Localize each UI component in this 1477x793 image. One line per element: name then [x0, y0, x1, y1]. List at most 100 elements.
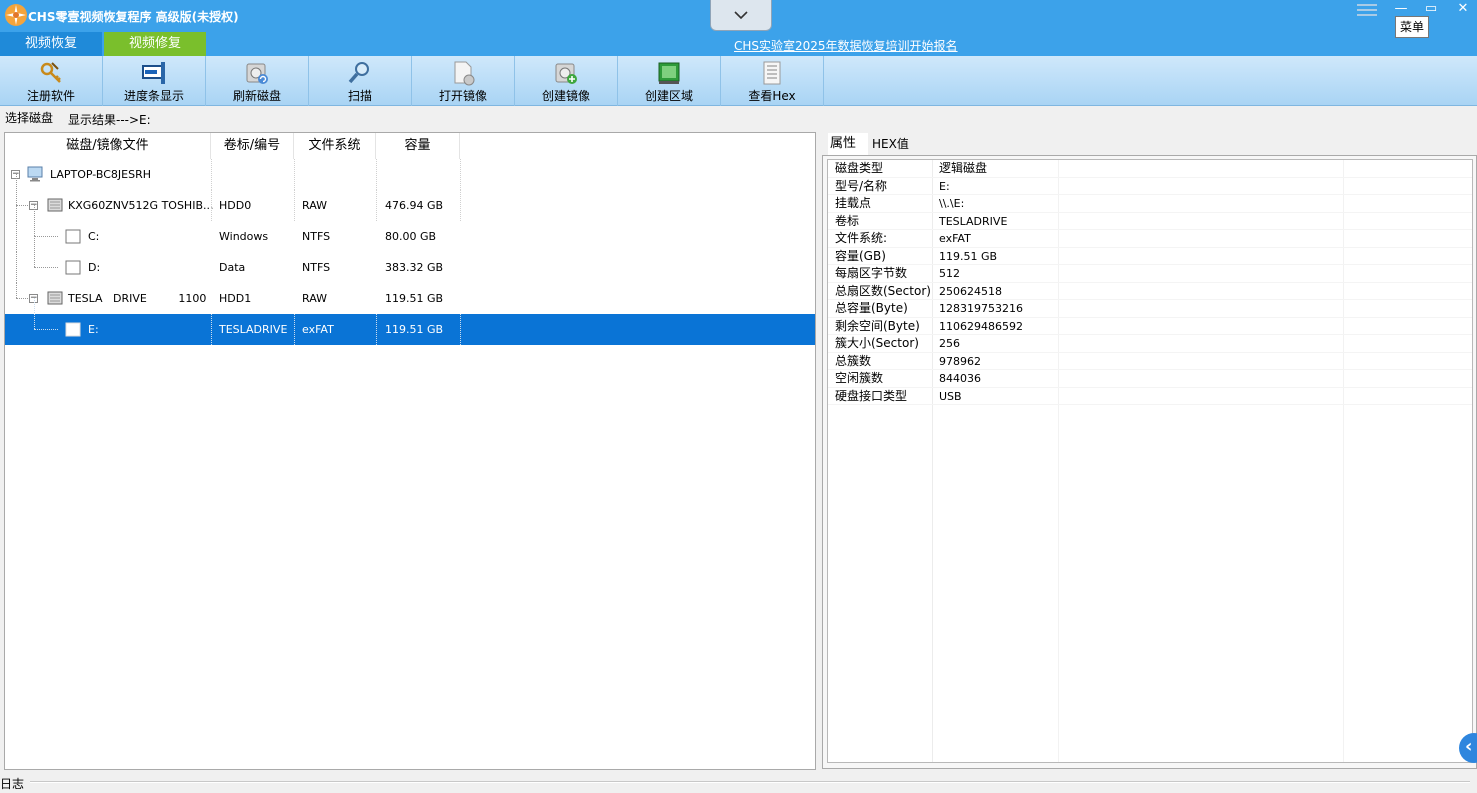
property-row[interactable]: 挂载点 \\.\E: — [828, 195, 1472, 213]
breadcrumb: 选择磁盘 显示结果--->E: — [0, 107, 1477, 130]
cell-filesystem: RAW — [302, 199, 327, 212]
property-key: 每扇区字节数 — [835, 266, 908, 280]
register-label: 注册软件 — [26, 89, 75, 103]
create-region-label: 创建区域 — [644, 89, 693, 103]
property-row[interactable]: 硬盘接口类型 USB — [828, 388, 1472, 405]
table-row[interactable]: − LAPTOP-BC8JESRH — [5, 159, 815, 190]
property-value: TESLADRIVE — [939, 214, 1008, 228]
disk-tree-table: 磁盘/镜像文件 卷标/编号 文件系统 容量 − LAPTOP-BC8JESRH … — [4, 132, 816, 770]
app-logo-icon — [5, 4, 27, 26]
property-value: 256 — [939, 337, 960, 350]
property-row[interactable]: 卷标 TESLADRIVE — [828, 213, 1472, 230]
open-image-label: 打开镜像 — [438, 89, 487, 103]
property-row[interactable]: 总容量(Byte) 128319753216 — [828, 300, 1472, 318]
hard-disk-icon — [47, 291, 63, 305]
collapse-toggle-button[interactable] — [710, 0, 772, 31]
scan-button[interactable]: 扫描 — [309, 56, 412, 106]
property-key: 总扇区数(Sector) — [835, 283, 931, 298]
cell-capacity: 383.32 GB — [385, 261, 444, 274]
property-value: exFAT — [939, 232, 971, 245]
open-image-button[interactable]: 打开镜像 — [412, 56, 515, 106]
log-divider — [30, 781, 1470, 783]
property-value: 250624518 — [939, 284, 1002, 298]
close-button[interactable]: ✕ — [1452, 2, 1474, 16]
property-row[interactable]: 总簇数 978962 — [828, 353, 1472, 370]
column-header-label[interactable]: 卷标/编号 — [211, 133, 294, 159]
property-key: 总容量(Byte) — [835, 301, 908, 315]
hard-disk-icon — [47, 198, 63, 212]
table-row[interactable]: D: Data NTFS 383.32 GB — [5, 236, 815, 283]
hex-view-button[interactable]: 查看Hex — [721, 56, 824, 106]
property-row[interactable]: 每扇区字节数 512 — [828, 265, 1472, 283]
property-key: 硬盘接口类型 — [835, 388, 908, 403]
cell-capacity: 80.00 GB — [385, 230, 437, 243]
cell-label: Data — [219, 261, 246, 274]
property-value: 110629486592 — [939, 319, 1023, 333]
refresh-disk-button[interactable]: 刷新磁盘 — [206, 56, 309, 106]
table-row[interactable]: C: Windows NTFS 80.00 GB — [5, 205, 815, 252]
cell-label: HDD1 — [219, 292, 252, 305]
property-row[interactable]: 磁盘类型 逻辑磁盘 — [828, 160, 1472, 178]
column-header-capacity[interactable]: 容量 — [376, 133, 460, 159]
volume-icon — [65, 322, 81, 337]
training-promo-link[interactable]: CHS实验室2025年数据恢复培训开始报名 — [734, 37, 958, 54]
chevron-down-icon — [734, 10, 748, 19]
volume-name: E: — [88, 323, 99, 336]
tab-hex-value[interactable]: HEX值 — [872, 133, 909, 155]
computer-name: LAPTOP-BC8JESRH — [50, 168, 152, 181]
disk-name: KXG60ZNV512G TOSHIB... — [68, 199, 214, 212]
register-button[interactable]: 注册软件 — [0, 56, 103, 106]
property-row[interactable]: 容量(GB) 119.51 GB — [828, 248, 1472, 265]
property-value: 844036 — [939, 372, 981, 385]
hex-view-label: 查看Hex — [748, 89, 796, 103]
column-header-filesystem[interactable]: 文件系统 — [294, 133, 376, 159]
result-path[interactable]: 显示结果--->E: — [68, 111, 151, 128]
create-image-button[interactable]: 创建镜像 — [515, 56, 618, 106]
property-key: 磁盘类型 — [835, 161, 884, 175]
property-row[interactable]: 剩余空间(Byte) 110629486592 — [828, 318, 1472, 335]
computer-icon — [27, 166, 43, 182]
select-disk-tab[interactable]: 选择磁盘 — [5, 109, 53, 126]
create-region-button[interactable]: 创建区域 — [618, 56, 721, 106]
refresh-disk-icon — [246, 63, 268, 84]
property-row[interactable]: 总扇区数(Sector) 250624518 — [828, 283, 1472, 300]
progress-display-button[interactable]: 进度条显示 — [103, 56, 206, 106]
table-row[interactable]: − KXG60ZNV512G TOSHIB... HDD0 RAW 476.94… — [5, 174, 815, 221]
volume-icon — [65, 229, 81, 244]
tab-video-repair[interactable]: 视频修复 — [104, 32, 206, 56]
hamburger-icon[interactable] — [1357, 4, 1377, 19]
property-key: 总簇数 — [835, 353, 872, 368]
table-row-selected[interactable]: E: TESLADRIVE exFAT 119.51 GB — [5, 298, 815, 345]
property-value: \\.\E: — [939, 197, 965, 210]
property-panel: 磁盘类型 逻辑磁盘 型号/名称 E: 挂载点 \\.\E: 卷标 TESLADRIVE … — [822, 155, 1477, 769]
property-tabs: 属性 HEX值 — [822, 133, 1477, 155]
property-row[interactable]: 文件系统: exFAT — [828, 230, 1472, 248]
property-value: 978962 — [939, 354, 981, 368]
menu-button[interactable]: 菜单 — [1395, 16, 1429, 38]
scan-label: 扫描 — [347, 89, 372, 103]
hex-view-icon — [763, 61, 781, 85]
refresh-disk-label: 刷新磁盘 — [232, 89, 281, 103]
volume-name: D: — [88, 261, 101, 274]
property-row[interactable]: 空闲簇数 844036 — [828, 370, 1472, 388]
table-row[interactable]: − TESLA DRIVE 1100 HDD1 RAW 119.51 GB — [5, 283, 815, 314]
restore-button[interactable]: ▭ — [1420, 2, 1442, 16]
module-tabs: 视频恢复 视频修复 CHS实验室2025年数据恢复培训开始报名 — [0, 32, 1477, 56]
property-row[interactable]: 簇大小(Sector) 256 — [828, 335, 1472, 353]
tab-properties[interactable]: 属性 — [828, 133, 868, 155]
minimize-button[interactable]: — — [1390, 2, 1412, 16]
progress-display-icon — [142, 62, 165, 84]
column-header-disk[interactable]: 磁盘/镜像文件 — [5, 133, 211, 159]
property-value: 128319753216 — [939, 302, 1023, 315]
log-label[interactable]: 日志 — [0, 775, 24, 792]
tab-video-recover[interactable]: 视频恢复 — [0, 32, 102, 56]
cell-capacity: 476.94 GB — [385, 199, 444, 212]
property-key: 卷标 — [835, 213, 860, 228]
property-row[interactable]: 型号/名称 E: — [828, 178, 1472, 195]
property-grid: 磁盘类型 逻辑磁盘 型号/名称 E: 挂载点 \\.\E: 卷标 TESLADRIVE … — [827, 159, 1473, 763]
cell-filesystem: exFAT — [302, 323, 334, 336]
key-icon — [40, 62, 61, 83]
property-key: 剩余空间(Byte) — [835, 318, 920, 333]
volume-icon — [65, 260, 81, 275]
progress-display-label: 进度条显示 — [123, 89, 184, 103]
